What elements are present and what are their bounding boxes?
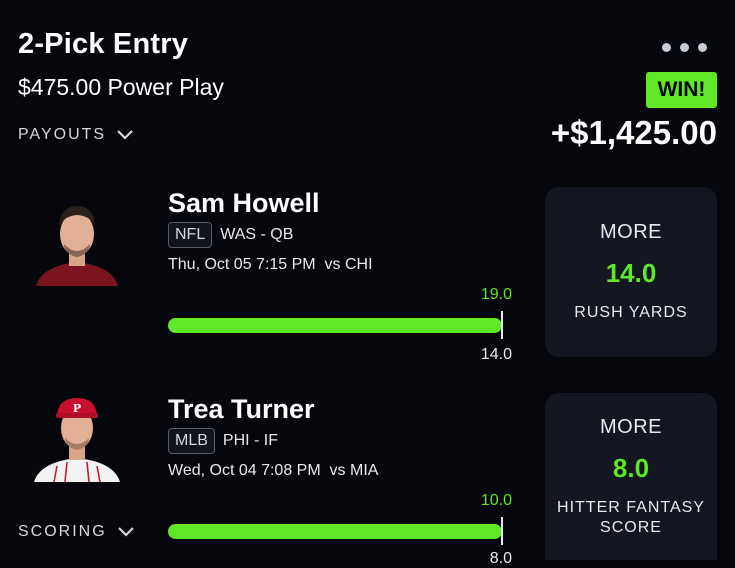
league-badge: MLB [168,428,215,454]
svg-text:P: P [73,402,81,415]
line-marker [501,517,503,545]
game-info: Thu, Oct 05 7:15 PM vs CHI [168,256,373,273]
player-meta: NFL WAS - QB [168,222,293,248]
payouts-toggle[interactable]: PAYOUTS [18,126,134,144]
team-position: PHI - IF [222,432,279,449]
actual-value: 10.0 [480,492,512,509]
player-avatar: P [32,392,122,482]
pick-direction: MORE [600,221,662,243]
line-value: 8.0 [489,550,512,567]
pick-line: 8.0 [612,452,650,483]
pick-direction: MORE [600,415,662,438]
game-info: Wed, Oct 04 7:08 PM vs MIA [168,462,379,479]
actual-value: 19.0 [480,286,512,303]
league-badge: NFL [168,222,213,248]
line-marker [501,311,503,339]
pick-stat: HITTER FANTASY SCORE [557,498,705,536]
pick-card[interactable]: MORE 14.0 RUSH YARDS [545,187,717,357]
payouts-label: PAYOUTS [18,126,107,143]
line-value: 14.0 [480,346,512,363]
team-position: WAS - QB [220,226,294,243]
more-options-icon[interactable] [662,37,720,57]
player-name: Trea Turner [168,394,315,424]
pick-stat: RUSH YARDS [574,304,688,321]
pick-line: 14.0 [605,258,657,288]
payout-amount: +$1,425.00 [550,114,717,151]
chevron-down-icon [117,527,134,537]
player-avatar [32,196,122,286]
win-badge: WIN! [646,72,717,108]
player-name: Sam Howell [168,188,320,218]
entry-title: 2-Pick Entry [18,28,189,60]
entry-subtitle: $475.00 Power Play [18,74,224,100]
scoring-label: SCORING [18,523,107,540]
chevron-down-icon [117,130,133,140]
progress-bar [168,318,502,333]
pick-card[interactable]: MORE 8.0 HITTER FANTASY SCORE [545,393,717,560]
progress-bar [168,524,502,539]
scoring-toggle[interactable]: SCORING [18,523,135,541]
player-meta: MLB PHI - IF [168,428,278,454]
